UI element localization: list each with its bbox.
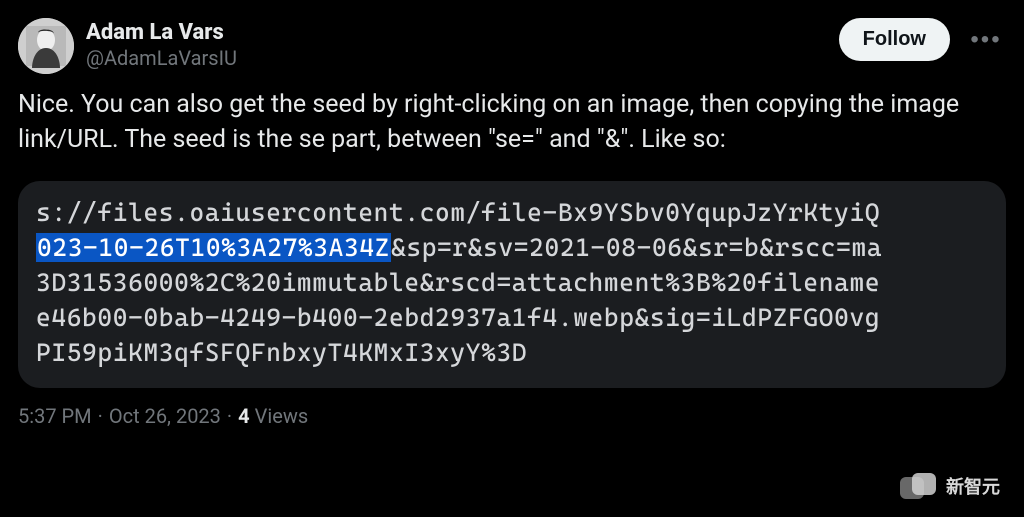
meta-sep-2: ·: [227, 404, 232, 428]
user-handle[interactable]: @AdamLaVarsIU: [86, 46, 237, 71]
user-block[interactable]: Adam La Vars @AdamLaVarsIU: [18, 18, 237, 74]
more-button[interactable]: •••: [966, 20, 1006, 60]
views-label: Views: [255, 404, 309, 428]
wechat-icon: [900, 473, 940, 499]
tweet-meta: 5:37 PM · Oct 26, 2023 · 4 Views: [18, 404, 1006, 428]
url-line-4: e46b00-0bab-4249-b400-2ebd2937a1f4.webp&…: [36, 300, 988, 335]
url-line-2: 023-10-26T10%3A27%3A34Z&sp=r&sv=2021-08-…: [36, 230, 988, 265]
user-names: Adam La Vars @AdamLaVarsIU: [86, 18, 237, 74]
watermark-text: 新智元: [946, 473, 1000, 499]
tweet-text: Nice. You can also get the seed by right…: [18, 88, 1006, 157]
url-line-5: PI59piKM3qfSFQFnbxyT4KMxI3xyY%3D: [36, 335, 988, 370]
url-line-2-rest: &sp=r&sv=2021-08-06&sr=b&rscc=ma: [391, 233, 882, 262]
meta-sep: ·: [98, 404, 103, 428]
more-icon: •••: [970, 26, 1001, 54]
url-code-block[interactable]: s://files.oaiusercontent.com/file-Bx9YSb…: [18, 181, 1006, 388]
header-actions: Follow •••: [839, 18, 1006, 61]
url-line-3: 3D31536000%2C%20immutable&rscd=attachmen…: [36, 265, 988, 300]
tweet-date[interactable]: Oct 26, 2023: [109, 404, 221, 428]
tweet-time[interactable]: 5:37 PM: [18, 404, 92, 428]
views-count: 4: [238, 404, 249, 428]
follow-button[interactable]: Follow: [839, 18, 950, 61]
url-line-1: s://files.oaiusercontent.com/file-Bx9YSb…: [36, 195, 988, 230]
tweet-header: Adam La Vars @AdamLaVarsIU Follow •••: [18, 18, 1006, 74]
avatar[interactable]: [18, 18, 74, 74]
watermark: 新智元: [900, 473, 1000, 499]
display-name[interactable]: Adam La Vars: [86, 20, 237, 46]
url-highlight: 023-10-26T10%3A27%3A34Z: [36, 233, 391, 262]
views-block[interactable]: 4 Views: [238, 404, 308, 428]
